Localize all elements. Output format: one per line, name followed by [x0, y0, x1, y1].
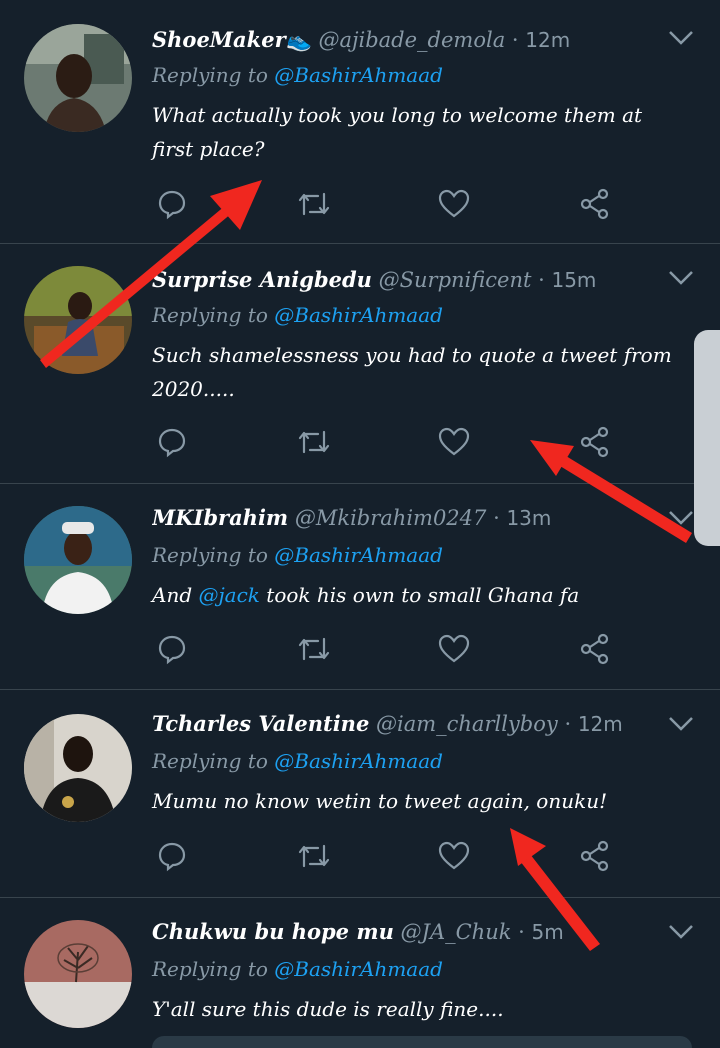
like-icon [438, 634, 470, 663]
tweet-actions [152, 422, 632, 462]
tweet-1[interactable]: ShoeMaker👟 @ajibade_demola · 12m Replyin… [0, 0, 720, 244]
tweet-text: And @jack took his own to small Ghana fa [152, 583, 580, 607]
display-name[interactable]: MKIbrahim [152, 505, 288, 530]
retweet-button[interactable] [294, 422, 334, 462]
replying-to: Replying to @BashirAhmaad [152, 303, 443, 327]
like-icon [438, 427, 470, 456]
like-button[interactable] [434, 422, 474, 462]
display-name[interactable]: Chukwu bu hope mu [152, 919, 394, 944]
chevron-down-icon[interactable] [668, 716, 694, 732]
reply-icon [158, 190, 186, 220]
avatar[interactable] [24, 506, 132, 614]
replying-to: Replying to @BashirAhmaad [152, 749, 443, 773]
timestamp[interactable]: 12m [578, 712, 623, 736]
tweet-header: ShoeMaker👟 @ajibade_demola · 12m [152, 27, 571, 52]
display-name[interactable]: Surprise Anigbedu [152, 267, 372, 292]
share-button[interactable] [575, 184, 615, 224]
replying-to: Replying to @BashirAhmaad [152, 957, 443, 981]
tweet-actions [152, 629, 632, 669]
timestamp[interactable]: 13m [506, 506, 551, 530]
chevron-down-icon[interactable] [668, 510, 694, 526]
retweet-icon [298, 192, 330, 216]
chevron-down-icon[interactable] [668, 30, 694, 46]
share-icon [580, 840, 609, 872]
share-icon [580, 188, 609, 220]
like-button[interactable] [434, 836, 474, 876]
user-handle[interactable]: @iam_charllyboy [376, 712, 558, 736]
reply-icon [158, 428, 186, 458]
retweet-icon [298, 637, 330, 661]
mention-link[interactable]: @BashirAhmaad [274, 749, 443, 773]
retweet-button[interactable] [294, 629, 334, 669]
display-name[interactable]: ShoeMaker👟 [152, 27, 312, 52]
share-button[interactable] [575, 422, 615, 462]
reply-button[interactable] [152, 629, 192, 669]
avatar[interactable] [24, 920, 132, 1028]
user-handle[interactable]: @Surpnificent [379, 268, 532, 292]
tweet-header: MKIbrahim @Mkibrahim0247 · 13m [152, 505, 552, 530]
timestamp[interactable]: 15m [551, 268, 596, 292]
tweet-3[interactable]: MKIbrahim @Mkibrahim0247 · 13m Replying … [0, 484, 720, 690]
avatar[interactable] [24, 266, 132, 374]
reply-button[interactable] [152, 836, 192, 876]
avatar[interactable] [24, 24, 132, 132]
mention-link[interactable]: @BashirAhmaad [274, 543, 443, 567]
scrollbar[interactable] [694, 330, 720, 546]
like-button[interactable] [434, 629, 474, 669]
reply-icon [158, 635, 186, 665]
replying-to: Replying to @BashirAhmaad [152, 63, 443, 87]
tweet-5[interactable]: Chukwu bu hope mu @JA_Chuk · 5m Replying… [0, 898, 720, 1043]
like-icon [438, 189, 470, 218]
tweet-header: Surprise Anigbedu @Surpnificent · 15m [152, 267, 597, 292]
retweet-icon [298, 430, 330, 454]
user-handle[interactable]: @JA_Chuk [401, 920, 512, 944]
timestamp[interactable]: 5m [532, 920, 564, 944]
tweet-header: Tcharles Valentine @iam_charllyboy · 12m [152, 711, 623, 736]
like-icon [438, 841, 470, 870]
tweet-header: Chukwu bu hope mu @JA_Chuk · 5m [152, 919, 564, 944]
user-handle[interactable]: @ajibade_demola [318, 28, 505, 52]
mention-link[interactable]: @BashirAhmaad [274, 303, 443, 327]
reply-button[interactable] [152, 422, 192, 462]
user-handle[interactable]: @Mkibrahim0247 [295, 506, 487, 530]
tweet-text: Y'all sure this dude is really fine.... [152, 997, 504, 1021]
replying-to: Replying to @BashirAhmaad [152, 543, 443, 567]
display-name[interactable]: Tcharles Valentine [152, 711, 369, 736]
like-button[interactable] [434, 184, 474, 224]
timestamp[interactable]: 12m [525, 28, 570, 52]
mention-link[interactable]: @BashirAhmaad [274, 957, 443, 981]
chevron-down-icon[interactable] [668, 924, 694, 940]
tweet-4[interactable]: Tcharles Valentine @iam_charllyboy · 12m… [0, 690, 720, 898]
share-icon [580, 426, 609, 458]
chevron-down-icon[interactable] [668, 270, 694, 286]
tweet-actions [152, 184, 632, 224]
share-button[interactable] [575, 836, 615, 876]
share-button[interactable] [575, 629, 615, 669]
tweet-media-preview[interactable] [152, 1036, 692, 1048]
tweet-actions [152, 836, 632, 876]
tweet-text: What actually took you long to welcome t… [152, 103, 643, 161]
mention-link[interactable]: @BashirAhmaad [274, 63, 443, 87]
retweet-icon [298, 844, 330, 868]
share-icon [580, 633, 609, 665]
tweet-text: Mumu no know wetin to tweet again, onuku… [152, 789, 608, 813]
retweet-button[interactable] [294, 836, 334, 876]
mention-link[interactable]: @jack [198, 583, 259, 607]
reply-icon [158, 842, 186, 872]
retweet-button[interactable] [294, 184, 334, 224]
avatar[interactable] [24, 714, 132, 822]
reply-button[interactable] [152, 184, 192, 224]
tweet-text: Such shamelessness you had to quote a tw… [152, 343, 672, 401]
tweet-2[interactable]: Surprise Anigbedu @Surpnificent · 15m Re… [0, 244, 720, 484]
